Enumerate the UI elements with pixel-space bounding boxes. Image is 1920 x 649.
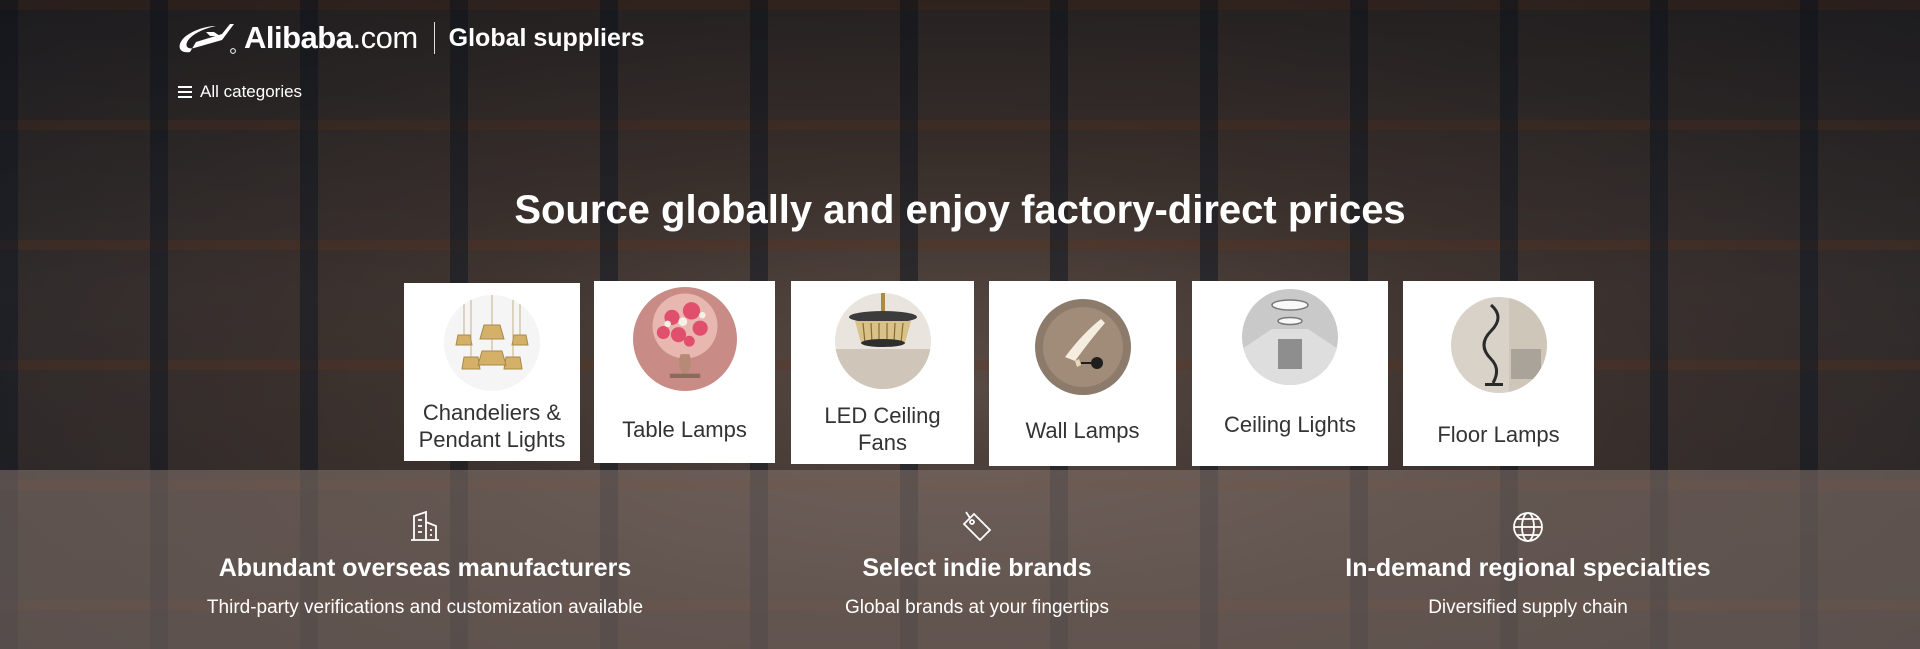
chandeliers-image [444, 295, 540, 391]
category-card-led-ceiling-fans[interactable]: LED Ceiling Fans [791, 281, 974, 464]
feature-title: In-demand regional specialties [1345, 554, 1711, 582]
feature-description: Third-party verifications and customizat… [206, 597, 644, 618]
feature-description: Global brands at your fingertips [844, 597, 1110, 618]
category-card-wall-lamps[interactable]: Wall Lamps [989, 281, 1176, 466]
header: Alibaba .com Global suppliers [176, 18, 645, 58]
category-card-ceiling-lights[interactable]: Ceiling Lights [1192, 281, 1388, 466]
table-lamp-image [632, 287, 737, 391]
feature-description: Diversified supply chain [1428, 597, 1628, 618]
category-label: Chandeliers & Pendant Lights [418, 400, 566, 452]
hero-headline: Source globally and enjoy factory-direct… [514, 188, 1406, 232]
feature-title: Abundant overseas manufacturers [218, 554, 632, 582]
category-card-chandeliers[interactable]: Chandeliers & Pendant Lights [404, 283, 580, 461]
building-icon [411, 510, 439, 541]
category-card-table-lamps[interactable]: Table Lamps [594, 281, 775, 463]
ceiling-fan-image [834, 293, 931, 389]
category-label: Wall Lamps [1025, 418, 1140, 443]
all-categories-label: All categories [200, 82, 303, 101]
category-label: LED Ceiling Fans [824, 403, 941, 455]
brand-suffix: .com [352, 20, 418, 55]
tag-icon [962, 511, 992, 542]
globe-icon [1513, 512, 1543, 542]
category-label: Floor Lamps [1437, 422, 1560, 447]
category-card-floor-lamps[interactable]: Floor Lamps [1403, 281, 1594, 466]
brand-name: Alibaba [244, 20, 353, 55]
category-label: Ceiling Lights [1223, 412, 1357, 437]
feature-regional-specialties: In-demand regional specialties Diversifi… [1230, 510, 1826, 619]
ceiling-light-image [1242, 289, 1338, 385]
feature-indie-brands: Select indie brands Global brands at you… [726, 510, 1228, 619]
feature-title: Select indie brands [862, 554, 1092, 582]
alibaba-logo-mark-icon [179, 24, 236, 54]
category-label: Table Lamps [622, 417, 747, 442]
menu-icon [178, 86, 192, 98]
alibaba-logo[interactable]: Alibaba .com [176, 18, 418, 58]
all-categories-button[interactable]: All categories [178, 82, 302, 102]
wall-lamp-image [1034, 299, 1131, 395]
header-subtitle: Global suppliers [448, 23, 645, 52]
floor-lamp-image [1450, 297, 1547, 393]
feature-overseas-manufacturers: Abundant overseas manufacturers Third-pa… [0, 510, 850, 619]
category-cards: Chandeliers & Pendant Lights Table Lamps [404, 281, 1594, 466]
header-divider [433, 22, 435, 54]
